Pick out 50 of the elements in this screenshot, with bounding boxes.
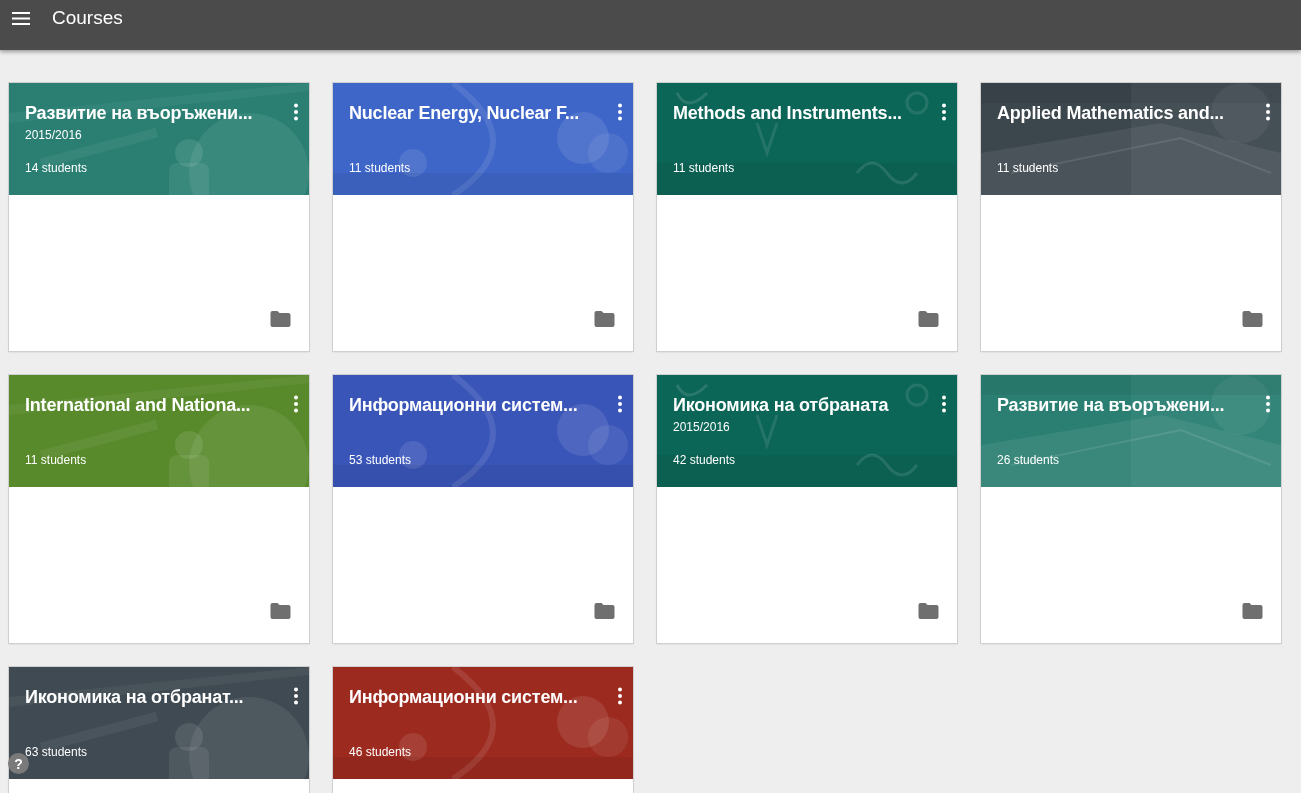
student-count: 11 students <box>997 161 1059 175</box>
more-options-icon[interactable] <box>1265 395 1271 413</box>
folder-icon[interactable] <box>1242 603 1263 619</box>
course-title[interactable]: Nuclear Energy, Nuclear F... <box>349 100 580 126</box>
page-title: Courses <box>52 7 123 29</box>
folder-icon[interactable] <box>270 603 291 619</box>
student-count: 14 students <box>25 161 88 175</box>
more-options-icon[interactable] <box>941 103 947 121</box>
more-options-icon[interactable] <box>617 395 623 413</box>
folder-icon[interactable] <box>1242 311 1263 327</box>
card-header[interactable]: Methods and Instruments... 11 students <box>657 83 957 195</box>
course-title[interactable]: Applied Mathematics and... <box>997 100 1224 126</box>
course-title[interactable]: Информационни систем... <box>349 392 578 418</box>
course-title[interactable]: Информационни систем... <box>349 684 578 710</box>
more-options-icon[interactable] <box>293 687 299 705</box>
card-header[interactable]: Nuclear Energy, Nuclear F... 11 students <box>333 83 633 195</box>
folder-icon[interactable] <box>270 311 291 327</box>
card-header[interactable]: International and Nationa... 11 students <box>9 375 309 487</box>
folder-icon[interactable] <box>594 311 615 327</box>
card-header[interactable]: Applied Mathematics and... 11 students <box>981 83 1281 195</box>
more-options-icon[interactable] <box>617 687 623 705</box>
more-options-icon[interactable] <box>941 395 947 413</box>
more-options-icon[interactable] <box>293 395 299 413</box>
student-count: 53 students <box>349 453 412 467</box>
more-options-icon[interactable] <box>293 103 299 121</box>
course-title[interactable]: Икономика на отбраната <box>673 392 889 418</box>
course-title[interactable]: International and Nationa... <box>25 392 251 418</box>
course-term: 2015/2016 <box>25 128 83 142</box>
student-count: 11 students <box>25 453 87 467</box>
student-count: 11 students <box>349 161 411 175</box>
more-options-icon[interactable] <box>617 103 623 121</box>
menu-icon[interactable] <box>12 11 30 25</box>
student-count: 46 students <box>349 745 412 759</box>
student-count: 11 students <box>673 161 735 175</box>
folder-icon[interactable] <box>918 311 939 327</box>
course-title[interactable]: Развитие на въоръжени... <box>997 392 1225 418</box>
card-header[interactable]: Информационни систем... 53 students <box>333 375 633 487</box>
card-header[interactable]: Развитие на въоръжени... 2015/2016 14 students <box>9 83 309 195</box>
folder-icon[interactable] <box>594 603 615 619</box>
more-options-icon[interactable] <box>1265 103 1271 121</box>
course-term: 2015/2016 <box>673 420 731 434</box>
course-title[interactable]: Икономика на отбранат... <box>25 684 244 710</box>
student-count: 26 students <box>997 453 1060 467</box>
card-header[interactable]: Информационни систем... 46 students <box>333 667 633 779</box>
course-title[interactable]: Развитие на въоръжени... <box>25 100 253 126</box>
student-count: 42 students <box>673 453 736 467</box>
folder-icon[interactable] <box>918 603 939 619</box>
card-header[interactable]: Икономика на отбраната 2015/2016 42 students <box>657 375 957 487</box>
card-header[interactable]: Развитие на въоръжени... 26 students <box>981 375 1281 487</box>
course-title[interactable]: Methods and Instruments... <box>673 100 902 126</box>
